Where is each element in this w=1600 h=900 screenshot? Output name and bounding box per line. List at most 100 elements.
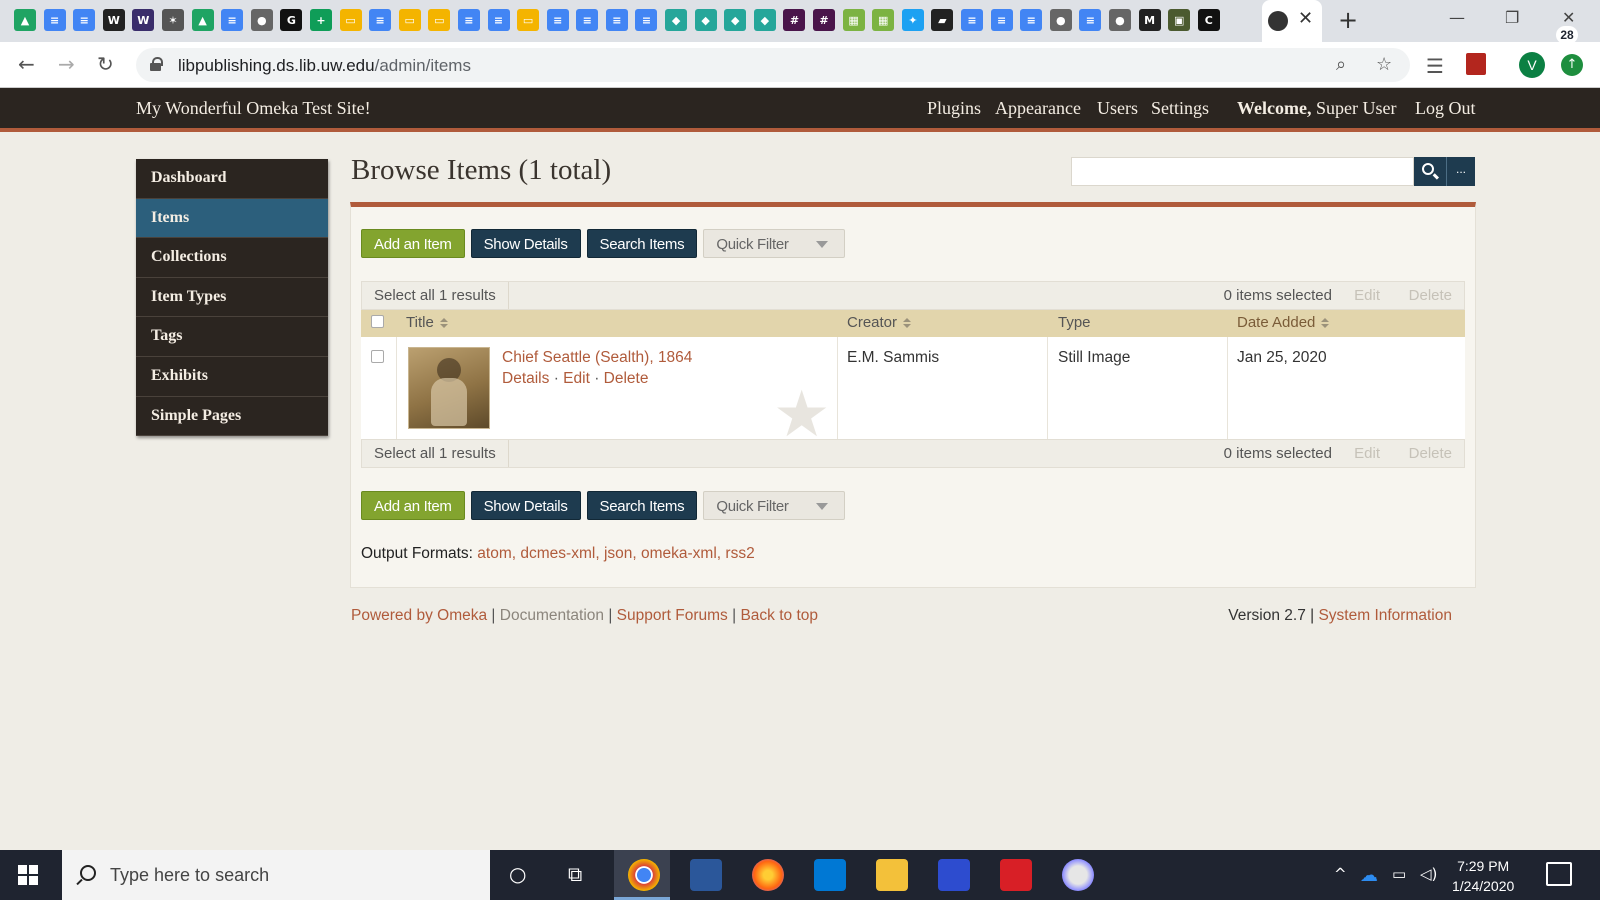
goodreads-tab-icon[interactable]: G bbox=[280, 9, 303, 31]
notifications-icon[interactable] bbox=[1546, 862, 1572, 886]
calendar-tab-icon[interactable]: ▦ bbox=[842, 9, 865, 31]
outlook-icon[interactable] bbox=[814, 859, 846, 891]
nav-appearance[interactable]: Appearance bbox=[995, 98, 1081, 119]
item-thumbnail[interactable] bbox=[408, 347, 490, 429]
globe-tab-icon[interactable]: ● bbox=[250, 9, 273, 31]
batch-delete-button[interactable]: Delete bbox=[1409, 445, 1452, 462]
site-title[interactable]: My Wonderful Omeka Test Site! bbox=[136, 98, 371, 119]
column-title[interactable]: Title bbox=[406, 314, 448, 331]
file-explorer-icon[interactable] bbox=[876, 859, 908, 891]
format-atom[interactable]: atom bbox=[477, 545, 511, 562]
map-tab-icon[interactable]: ◆ bbox=[665, 9, 688, 31]
sidebar-item-dashboard[interactable]: Dashboard bbox=[136, 159, 328, 199]
forward-icon[interactable]: → bbox=[58, 52, 75, 76]
docs-tab-icon[interactable]: ≡ bbox=[1020, 9, 1043, 31]
column-creator[interactable]: Creator bbox=[847, 314, 912, 331]
minimize-icon[interactable]: — bbox=[1449, 8, 1465, 27]
c-tab-icon[interactable]: C bbox=[1197, 9, 1220, 31]
map-tab-icon[interactable]: ◆ bbox=[753, 9, 776, 31]
volume-icon[interactable]: ◁) bbox=[1420, 865, 1437, 883]
docs-tab-icon[interactable]: ≡ bbox=[43, 9, 66, 31]
batch-delete-button[interactable]: Delete bbox=[1409, 287, 1452, 304]
welcome-user[interactable]: Super User bbox=[1316, 98, 1396, 118]
cortana-icon[interactable]: ○ bbox=[509, 862, 526, 886]
reading-list-icon[interactable]: ☰ bbox=[1426, 54, 1444, 78]
item-delete-link[interactable]: Delete bbox=[604, 370, 649, 387]
task-view-icon[interactable]: ⧉ bbox=[568, 862, 582, 886]
docs-tab-icon[interactable]: ≡ bbox=[635, 9, 658, 31]
drive-tab-icon[interactable]: ▲ bbox=[14, 9, 36, 31]
item-details-link[interactable]: Details bbox=[502, 370, 549, 387]
new-tab-icon[interactable]: + bbox=[1338, 6, 1358, 34]
globe-tab-icon[interactable]: ● bbox=[1108, 9, 1131, 31]
acrobat-extension-icon[interactable] bbox=[1466, 53, 1486, 75]
map-tab-icon[interactable]: ◆ bbox=[694, 9, 717, 31]
windows-start-icon[interactable] bbox=[18, 865, 38, 885]
quick-filter-dropdown[interactable]: Quick Filter bbox=[703, 229, 846, 258]
acrobat-icon[interactable] bbox=[1000, 859, 1032, 891]
tray-chevron-icon[interactable]: ^ bbox=[1334, 865, 1347, 883]
back-icon[interactable]: ← bbox=[18, 52, 35, 76]
format-json[interactable]: json bbox=[604, 545, 632, 562]
show-details-button[interactable]: Show Details bbox=[470, 229, 581, 258]
docs-tab-icon[interactable]: ≡ bbox=[990, 9, 1013, 31]
reload-icon[interactable]: ↻ bbox=[97, 52, 114, 76]
slack-tab-icon[interactable]: # bbox=[783, 9, 806, 31]
slides-tab-icon[interactable]: ▭ bbox=[398, 9, 421, 31]
search-items-button[interactable]: Search Items bbox=[586, 491, 698, 520]
quick-filter-dropdown[interactable]: Quick Filter bbox=[703, 491, 846, 520]
photo-tab-icon[interactable]: ▣ bbox=[1168, 9, 1191, 31]
logout-link[interactable]: Log Out bbox=[1415, 98, 1476, 119]
docs-tab-icon[interactable]: ≡ bbox=[961, 9, 983, 31]
sidebar-item-item-types[interactable]: Item Types bbox=[136, 278, 328, 318]
sidebar-item-simple-pages[interactable]: Simple Pages bbox=[136, 397, 328, 437]
select-all-checkbox[interactable] bbox=[371, 315, 384, 328]
battery-icon[interactable]: ▭ bbox=[1392, 865, 1406, 883]
docs-tab-icon[interactable]: ≡ bbox=[369, 9, 392, 31]
docs-tab-icon[interactable]: ≡ bbox=[546, 9, 569, 31]
batch-edit-button[interactable]: Edit bbox=[1354, 445, 1380, 462]
docs-tab-icon[interactable]: ≡ bbox=[221, 9, 244, 31]
item-edit-link[interactable]: Edit bbox=[563, 370, 590, 387]
restore-icon[interactable]: ❐ bbox=[1505, 8, 1519, 27]
address-bar[interactable]: libpublishing.ds.lib.uw.edu/admin/items … bbox=[136, 48, 1410, 82]
format-rss2[interactable]: rss2 bbox=[725, 545, 754, 562]
select-all-button[interactable]: Select all 1 results bbox=[362, 440, 509, 467]
sidebar-item-exhibits[interactable]: Exhibits bbox=[136, 357, 328, 397]
update-icon[interactable]: ↑ bbox=[1561, 54, 1583, 76]
batch-edit-button[interactable]: Edit bbox=[1354, 287, 1380, 304]
paint-icon[interactable] bbox=[1062, 859, 1094, 891]
map-tab-icon[interactable]: ◆ bbox=[724, 9, 747, 31]
admin-search-input[interactable] bbox=[1071, 157, 1414, 186]
docs-tab-icon[interactable]: ≡ bbox=[73, 9, 96, 31]
column-date-added[interactable]: Date Added bbox=[1237, 314, 1330, 331]
word-icon[interactable] bbox=[690, 859, 722, 891]
close-tab-icon[interactable]: ✕ bbox=[1298, 8, 1313, 29]
docs-tab-icon[interactable]: ≡ bbox=[605, 9, 628, 31]
documentation-link[interactable]: Documentation bbox=[500, 607, 604, 624]
wordpress-tab-icon[interactable]: W bbox=[132, 9, 155, 31]
slides-tab-icon[interactable]: ▭ bbox=[517, 9, 540, 31]
firefox-icon[interactable] bbox=[752, 859, 784, 891]
active-tab[interactable]: ✕ bbox=[1262, 0, 1322, 42]
advanced-search-button[interactable]: ... bbox=[1446, 157, 1475, 186]
profile-avatar[interactable]: V bbox=[1519, 52, 1545, 78]
search-button[interactable] bbox=[1414, 157, 1446, 186]
sidebar-item-items[interactable]: Items bbox=[136, 198, 328, 239]
twitter-tab-icon[interactable]: ✦ bbox=[901, 9, 924, 31]
sheets-plus-tab-icon[interactable]: + bbox=[309, 9, 332, 31]
bookmark-star-icon[interactable]: ☆ bbox=[1376, 54, 1392, 75]
format-omeka-xml[interactable]: omeka-xml bbox=[641, 545, 717, 562]
powered-by-link[interactable]: Powered by Omeka bbox=[351, 607, 487, 624]
row-checkbox[interactable] bbox=[371, 350, 384, 363]
book-tab-icon[interactable]: ▰ bbox=[931, 9, 954, 31]
chrome-icon[interactable] bbox=[628, 859, 660, 891]
docs-tab-icon[interactable]: ≡ bbox=[1079, 9, 1102, 31]
slides-tab-icon[interactable]: ▭ bbox=[428, 9, 451, 31]
show-details-button[interactable]: Show Details bbox=[470, 491, 581, 520]
globe-tab-icon[interactable]: ● bbox=[1049, 9, 1072, 31]
leaf-tab-icon[interactable]: ✶ bbox=[161, 9, 184, 31]
add-item-button[interactable]: Add an Item bbox=[361, 229, 465, 258]
support-forums-link[interactable]: Support Forums bbox=[617, 607, 728, 624]
item-title-link[interactable]: Chief Seattle (Sealth), 1864 bbox=[502, 349, 692, 367]
